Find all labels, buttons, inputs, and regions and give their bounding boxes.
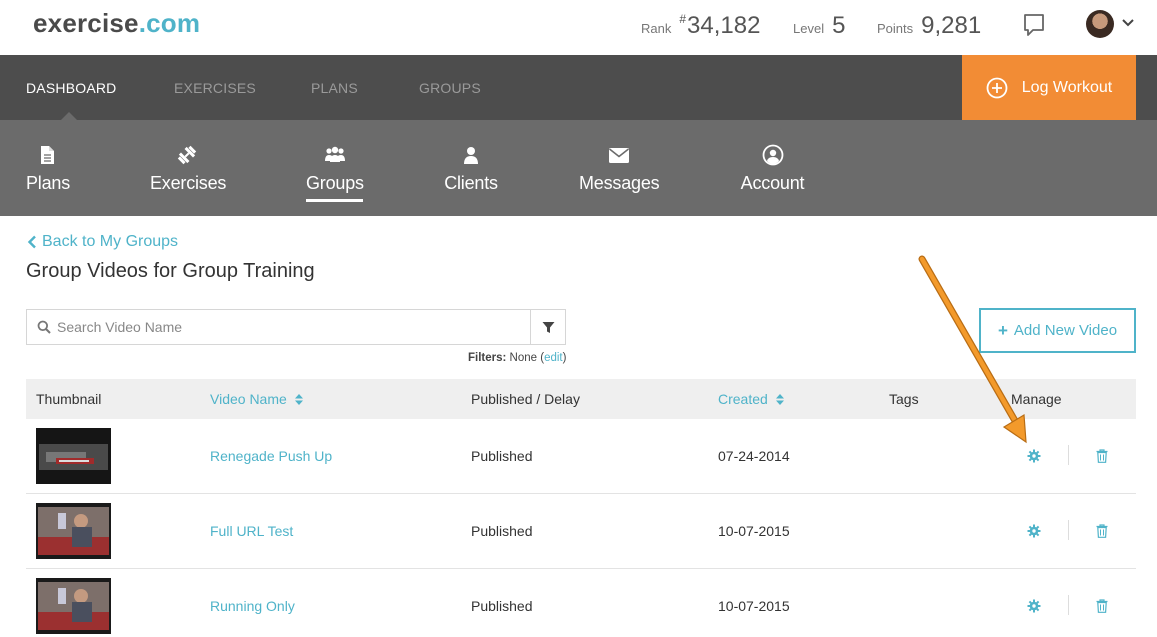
published-status: Published [471,448,533,464]
column-thumbnail: Thumbnail [36,391,102,407]
dumbbell-icon [177,145,197,165]
column-created-label: Created [718,391,768,407]
rank-hash: # [679,12,687,26]
created-date: 07-24-2014 [718,448,790,464]
action-divider [1068,445,1069,465]
action-divider [1068,595,1069,615]
sort-icon [775,394,784,405]
search-box [26,309,566,345]
video-thumbnail[interactable] [36,428,111,484]
points-value: 9,281 [921,12,982,39]
search-input[interactable] [57,319,517,335]
filters-status: Filters: None (edit) [468,352,567,364]
subnav-messages-label: Messages [579,173,660,193]
column-created[interactable]: Created [718,391,784,407]
user-icon [464,147,478,164]
subnav-plans-label: Plans [26,173,71,193]
log-workout-label: Log Workout [1021,78,1113,96]
sort-icon [294,394,303,405]
points-stat: Points 9,281 [877,12,981,40]
subnav-account[interactable]: Account [740,120,805,216]
subnav-account-label: Account [740,173,805,193]
trash-icon[interactable] [1096,524,1108,538]
column-manage: Manage [1011,391,1062,407]
nav-groups[interactable]: GROUPS [419,80,481,96]
published-status: Published [471,598,533,614]
filters-value: None [509,352,538,364]
chevron-left-icon [27,235,36,249]
plus-icon: + [997,320,1008,340]
video-thumbnail[interactable] [36,503,111,559]
filter-funnel-icon [542,321,554,333]
video-name-link[interactable]: Full URL Test [210,523,293,539]
video-thumbnail[interactable] [36,578,111,634]
gear-icon[interactable] [1027,599,1041,613]
subnav-exercises-label: Exercises [150,173,227,193]
level-label: Level [793,21,825,36]
active-nav-indicator [61,112,77,120]
subnav-clients[interactable]: Clients [444,120,498,216]
nav-exercises[interactable]: EXERCISES [174,80,256,96]
video-name-link[interactable]: Renegade Push Up [210,448,332,464]
filters-edit-link[interactable]: edit [544,352,563,364]
table-row: Running Only Published 10-07-2015 [26,569,1136,637]
created-date: 10-07-2015 [718,523,790,539]
envelope-icon [609,148,629,163]
active-subnav-underline [306,199,363,202]
subnav-messages[interactable]: Messages [579,120,660,216]
rank-stat: Rank # 34,182 [641,12,760,40]
trash-icon[interactable] [1096,449,1108,463]
table-row: Renegade Push Up Published 07-24-2014 [26,419,1136,494]
logo[interactable]: exercise.com [33,8,200,39]
created-date: 10-07-2015 [718,598,790,614]
level-value: 5 [832,12,846,39]
subnav-groups-label: Groups [306,173,364,193]
nav-dashboard[interactable]: DASHBOARD [26,80,116,96]
group-icon [324,146,345,162]
main-nav: DASHBOARD EXERCISES PLANS GROUPS Log Wor… [0,55,1157,120]
column-published-delay: Published / Delay [471,391,580,407]
search-icon [37,320,51,334]
filter-button[interactable] [530,310,565,344]
sub-nav: Plans Exercises Groups Clients Messages … [0,120,1157,216]
account-circle-icon [762,144,783,166]
subnav-clients-label: Clients [444,173,498,193]
gear-icon[interactable] [1027,449,1041,463]
logo-text-primary: exercise [33,8,139,38]
action-divider [1068,520,1069,540]
video-name-link[interactable]: Running Only [210,598,295,614]
document-icon [41,146,54,164]
level-stat: Level 5 [793,12,845,40]
plus-circle-icon [986,77,1008,98]
add-new-video-button[interactable]: + Add New Video [979,308,1136,353]
gear-icon[interactable] [1027,524,1041,538]
filters-label: Filters: [468,352,507,364]
avatar[interactable] [1086,10,1114,38]
nav-plans[interactable]: PLANS [311,80,358,96]
table-header: Thumbnail Video Name Published / Delay C… [26,379,1136,419]
points-label: Points [877,21,914,36]
log-workout-button[interactable]: Log Workout [962,55,1136,120]
column-video-name[interactable]: Video Name [210,391,303,407]
subnav-plans[interactable]: Plans [26,120,71,216]
chevron-down-icon[interactable] [1122,18,1134,28]
back-to-groups-link[interactable]: Back to My Groups [27,233,178,251]
back-link-label: Back to My Groups [42,233,179,250]
chat-bubble-icon[interactable] [1022,12,1046,38]
add-new-video-label: Add New Video [1013,322,1118,339]
trash-icon[interactable] [1096,599,1108,613]
top-header: exercise.com Rank # 34,182 Level 5 Point… [0,0,1157,55]
page-title: Group Videos for Group Training [26,260,315,282]
subnav-exercises[interactable]: Exercises [150,120,227,216]
published-status: Published [471,523,533,539]
rank-label: Rank [641,21,672,36]
table-row: Full URL Test Published 10-07-2015 [26,494,1136,569]
column-video-name-label: Video Name [210,391,287,407]
column-tags: Tags [889,391,919,407]
rank-value: 34,182 [687,12,761,39]
logo-text-domain: .com [138,8,201,38]
